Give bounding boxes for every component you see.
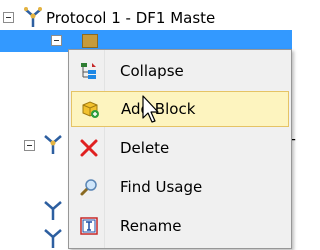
menu-item-delete[interactable]: Delete: [71, 130, 289, 166]
find-usage-icon: [74, 172, 104, 202]
menu-item-add-block[interactable]: Add Block: [71, 91, 289, 127]
network-icon: [24, 7, 42, 27]
collapse-toggle[interactable]: [51, 35, 62, 46]
network-icon: [44, 229, 62, 248]
tree-node-protocol[interactable]: Protocol 1 - DF1 Maste: [0, 6, 292, 30]
menu-item-label: Collapse: [120, 62, 184, 80]
rename-icon: [74, 211, 104, 241]
menu-item-label: Delete: [120, 139, 170, 157]
network-icon: [44, 135, 62, 154]
collapse-toggle[interactable]: [3, 12, 14, 23]
collapse-icon: [74, 56, 104, 86]
menu-item-find-usage[interactable]: Find Usage: [71, 169, 289, 205]
network-icon: [44, 201, 62, 220]
block-icon: [82, 34, 98, 48]
context-menu: Collapse Add Block Delete Find Usage Ren…: [68, 49, 292, 249]
mouse-cursor-icon: [142, 95, 159, 123]
menu-item-label: Rename: [120, 217, 182, 235]
delete-icon: [74, 133, 104, 163]
menu-item-collapse[interactable]: Collapse: [71, 53, 289, 89]
tree-node-label: Protocol 1 - DF1 Maste: [46, 9, 216, 27]
menu-item-label: Find Usage: [120, 178, 203, 196]
menu-item-rename[interactable]: Rename: [71, 208, 289, 244]
add-block-icon: [75, 94, 105, 124]
collapse-toggle[interactable]: [24, 140, 35, 151]
